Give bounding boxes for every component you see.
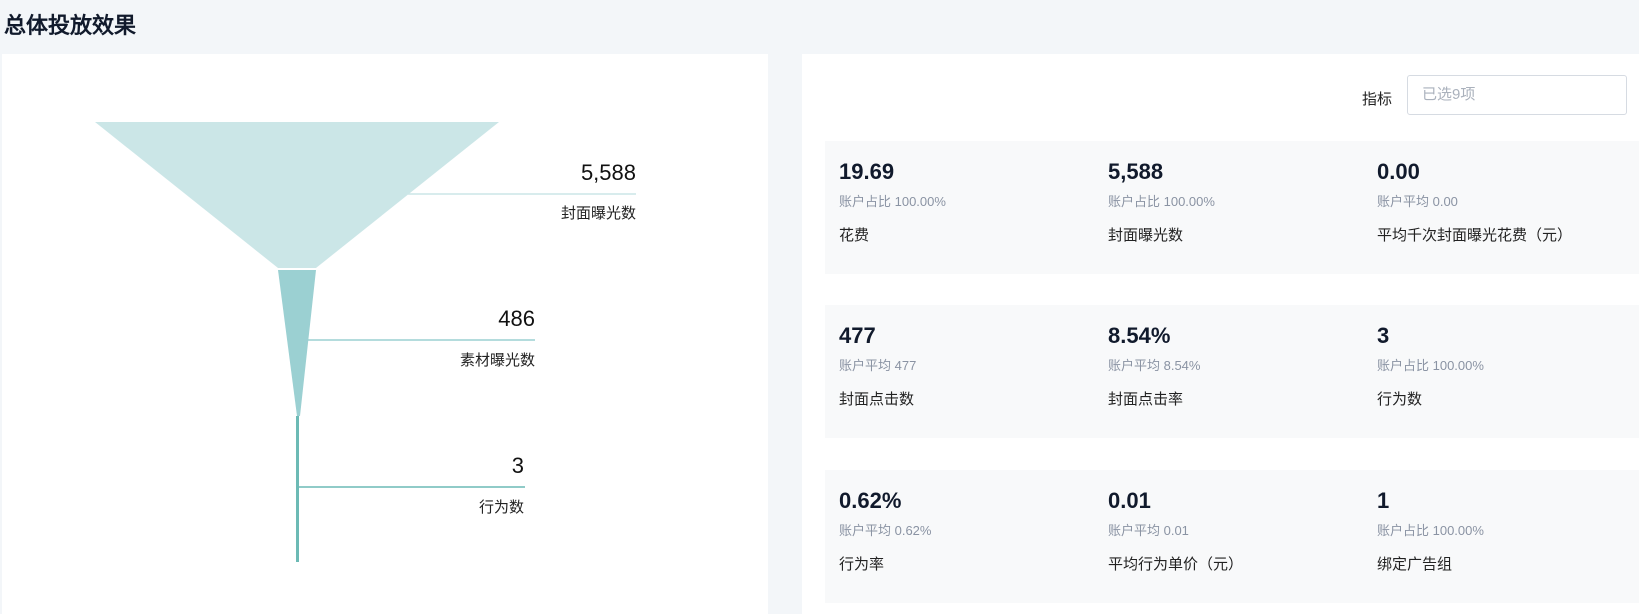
metric-name: 平均千次封面曝光花费（元） bbox=[1377, 227, 1573, 244]
metric-card: 19.69 账户占比 100.00% 花费 bbox=[825, 141, 1085, 274]
metric-name: 绑定广告组 bbox=[1377, 556, 1453, 573]
funnel-stage-material-exposure bbox=[278, 270, 316, 416]
funnel-stage-cover-exposure bbox=[95, 122, 499, 268]
metric-sub: 账户占比 100.00% bbox=[1377, 358, 1484, 373]
metric-value: 1 bbox=[1377, 488, 1390, 513]
metric-name: 行为率 bbox=[839, 556, 885, 573]
metric-card: 0.01 账户平均 0.01 平均行为单价（元） bbox=[1094, 470, 1354, 603]
metric-value: 8.54% bbox=[1108, 323, 1171, 348]
metrics-row: 477 账户平均 477 封面点击数 8.54% 账户平均 8.54% 封面点击率 3 账… bbox=[825, 305, 1639, 438]
page-title: 总体投放效果 bbox=[4, 13, 137, 38]
indicator-label: 指标 bbox=[1362, 91, 1393, 108]
metric-sub: 账户平均 477 bbox=[839, 358, 917, 373]
metric-sub: 账户占比 100.00% bbox=[1108, 194, 1215, 209]
metric-card: 0.62% 账户平均 0.62% 行为率 bbox=[825, 470, 1085, 603]
metric-value: 0.62% bbox=[839, 488, 902, 513]
funnel-label-2: 素材曝光数 bbox=[459, 352, 535, 369]
metric-card: 1 账户占比 100.00% 绑定广告组 bbox=[1363, 470, 1623, 603]
metric-name: 封面曝光数 bbox=[1108, 227, 1184, 244]
metrics-panel: 指标 已选9项 19.69 账户占比 100.00% 花费 5,588 账户占比 10… bbox=[802, 54, 1639, 614]
metrics-row: 19.69 账户占比 100.00% 花费 5,588 账户占比 100.00% 封面曝… bbox=[825, 141, 1639, 274]
metric-value: 5,588 bbox=[1108, 159, 1164, 184]
metric-value: 0.01 bbox=[1108, 488, 1151, 513]
metric-sub: 账户占比 100.00% bbox=[839, 194, 946, 209]
metric-card: 3 账户占比 100.00% 行为数 bbox=[1363, 305, 1623, 438]
metric-value: 477 bbox=[839, 323, 876, 348]
funnel-value-3: 3 bbox=[511, 453, 524, 478]
metric-sub: 账户占比 100.00% bbox=[1377, 523, 1484, 538]
metric-card: 477 账户平均 477 封面点击数 bbox=[825, 305, 1085, 438]
funnel-value-2: 486 bbox=[498, 306, 535, 331]
metric-name: 封面点击率 bbox=[1108, 391, 1184, 408]
funnel-chart bbox=[95, 122, 636, 562]
metric-card: 0.00 账户平均 0.00 平均千次封面曝光花费（元） bbox=[1363, 141, 1623, 274]
metric-sub: 账户平均 8.54% bbox=[1108, 358, 1201, 373]
funnel-label-3: 行为数 bbox=[478, 499, 524, 516]
indicator-select[interactable]: 已选9项 bbox=[1407, 75, 1627, 115]
metrics-row: 0.62% 账户平均 0.62% 行为率 0.01 账户平均 0.01 平均行为单价（元… bbox=[825, 470, 1639, 603]
metric-name: 花费 bbox=[839, 227, 870, 244]
funnel-panel: 5,588 封面曝光数 486 素材曝光数 3 行为数 bbox=[2, 54, 768, 614]
metric-sub: 账户平均 0.00 bbox=[1377, 194, 1458, 209]
metric-value: 0.00 bbox=[1377, 159, 1420, 184]
metric-sub: 账户平均 0.62% bbox=[839, 523, 932, 538]
metric-name: 平均行为单价（元） bbox=[1108, 556, 1244, 573]
funnel-stage-actions bbox=[296, 416, 299, 562]
metric-name: 封面点击数 bbox=[839, 391, 915, 408]
metric-sub: 账户平均 0.01 bbox=[1108, 523, 1189, 538]
metric-card: 8.54% 账户平均 8.54% 封面点击率 bbox=[1094, 305, 1354, 438]
metric-value: 19.69 bbox=[839, 159, 895, 184]
funnel-label-1: 封面曝光数 bbox=[560, 205, 636, 222]
funnel-value-1: 5,588 bbox=[580, 160, 636, 185]
metric-card: 5,588 账户占比 100.00% 封面曝光数 bbox=[1094, 141, 1354, 274]
metric-name: 行为数 bbox=[1377, 391, 1423, 408]
metric-value: 3 bbox=[1377, 323, 1390, 348]
